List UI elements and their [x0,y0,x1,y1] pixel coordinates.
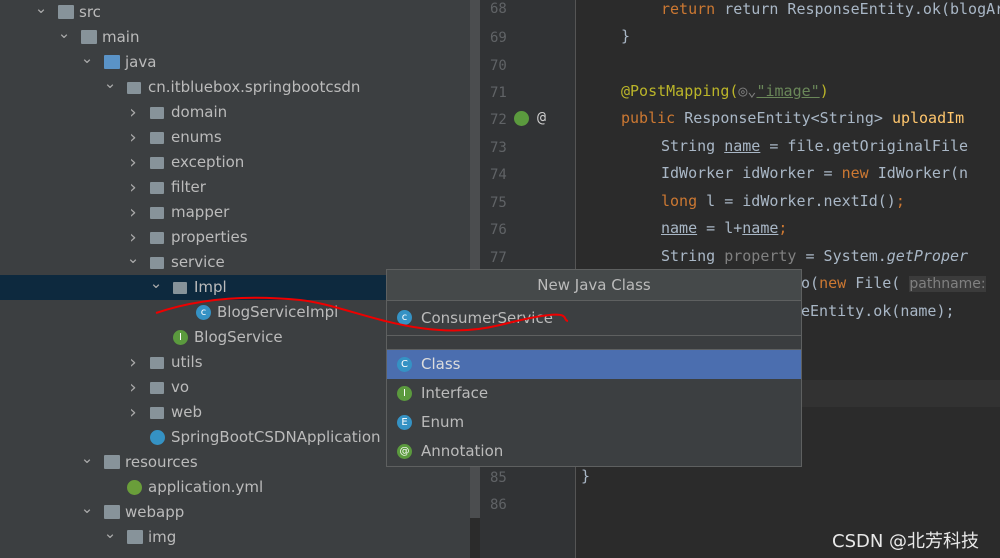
watermark: CSDN @北芳科技 [832,531,980,552]
red-annotation-stroke [155,296,569,332]
